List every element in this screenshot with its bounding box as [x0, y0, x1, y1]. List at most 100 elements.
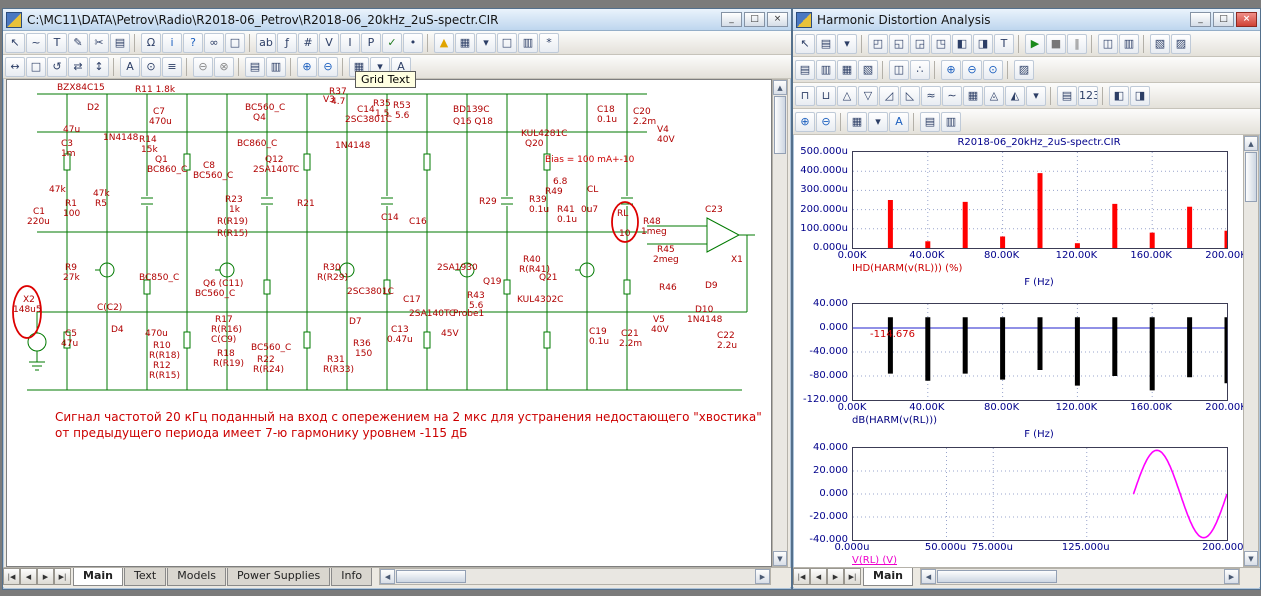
paste-page-button[interactable]: ▥ — [266, 57, 286, 77]
scroll-thumb[interactable] — [774, 96, 786, 154]
performance-tag-button[interactable]: ◨ — [973, 34, 993, 54]
currents-button[interactable]: I — [340, 33, 360, 53]
two-plots-button[interactable]: ▥ — [816, 60, 836, 80]
zoom-q3-button[interactable]: ⊙ — [983, 60, 1003, 80]
pause-button[interactable]: ‖ — [1067, 34, 1087, 54]
plot-box-2[interactable] — [852, 303, 1228, 401]
tile-horizontal-button[interactable]: ◨ — [1130, 86, 1150, 106]
scroll-up-button[interactable]: ▲ — [1244, 136, 1258, 151]
font-button[interactable]: A — [889, 112, 909, 132]
run-button[interactable]: ▶ — [1025, 34, 1045, 54]
tab-info[interactable]: Info — [331, 568, 372, 586]
select-mode-button[interactable]: ↖ — [795, 34, 815, 54]
scroll-up-button[interactable]: ▲ — [773, 80, 787, 95]
analysis-vertical-scrollbar[interactable]: ▲ ▼ — [1243, 135, 1259, 567]
cursor-mode-button[interactable]: ◱ — [889, 34, 909, 54]
properties-button[interactable]: ▧ — [1150, 34, 1170, 54]
scroll-right-button[interactable]: ▶ — [1224, 569, 1239, 584]
copy-plot-button[interactable]: ▤ — [920, 112, 940, 132]
next-page-button[interactable]: ▶ — [37, 568, 54, 585]
settings-button[interactable]: * — [539, 33, 559, 53]
tab-main[interactable]: Main — [73, 568, 123, 586]
copy-page-button[interactable]: ▤ — [245, 57, 265, 77]
plot-box-3[interactable] — [852, 447, 1228, 541]
clipboard-button[interactable]: ▤ — [110, 33, 130, 53]
tile-vertical-button[interactable]: ◧ — [1109, 86, 1129, 106]
text-mode-button[interactable]: T — [994, 34, 1014, 54]
open-plot-button[interactable]: ▤ — [816, 34, 836, 54]
grid-text-button[interactable]: ab — [256, 33, 276, 53]
tab-power-supplies[interactable]: Power Supplies — [227, 568, 330, 586]
first-page-button[interactable]: |◀ — [3, 568, 20, 585]
formula-text-button[interactable]: ƒ — [277, 33, 297, 53]
analysis-window-titlebar[interactable]: Harmonic Distortion Analysis _ □ × — [793, 9, 1260, 31]
schematic-canvas[interactable]: BZX84C15R11 1.8kD247uC31m1N4148C7470uR14… — [6, 79, 772, 567]
scroll-thumb[interactable] — [1245, 152, 1257, 202]
mirror-button[interactable]: ⇄ — [68, 57, 88, 77]
grid-button[interactable]: ▦ — [847, 112, 867, 132]
font-button[interactable]: A — [120, 57, 140, 77]
conditions-button[interactable]: ✓ — [382, 33, 402, 53]
close-button[interactable]: × — [767, 12, 788, 27]
grid-button[interactable]: ▦ — [455, 33, 475, 53]
info-mode-button[interactable]: i — [162, 33, 182, 53]
plot-properties-button[interactable]: ▨ — [1014, 60, 1034, 80]
prev-page-button[interactable]: ◀ — [810, 568, 827, 585]
scroll-right-button[interactable]: ▶ — [755, 569, 770, 584]
copy-page-button[interactable]: ▥ — [941, 112, 961, 132]
stop-button[interactable]: ■ — [1046, 34, 1066, 54]
wave-freq-button[interactable]: ▦ — [963, 86, 983, 106]
zoom-q2-button[interactable]: ⊖ — [962, 60, 982, 80]
disable-button[interactable]: ⊖ — [193, 57, 213, 77]
scroll-down-button[interactable]: ▼ — [773, 551, 787, 566]
power-button[interactable]: P — [361, 33, 381, 53]
node-voltages-button[interactable]: V — [319, 33, 339, 53]
zoom-in-button[interactable]: ⊕ — [297, 57, 317, 77]
tab-models[interactable]: Models — [167, 568, 226, 586]
select-mode-button[interactable]: ↖ — [5, 33, 25, 53]
component-mode-button[interactable]: Ω — [141, 33, 161, 53]
wire-mode-button[interactable]: ~ — [26, 33, 46, 53]
tab-main[interactable]: Main — [863, 568, 913, 586]
scroll-down-button[interactable]: ▼ — [1244, 551, 1258, 566]
node-numbers-button[interactable]: # — [298, 33, 318, 53]
calculator-button[interactable]: 123 — [1078, 86, 1098, 106]
grid-dropdown-button[interactable]: ▾ — [868, 112, 888, 132]
scroll-left-button[interactable]: ◀ — [380, 569, 395, 584]
plot-box-1[interactable] — [852, 151, 1228, 249]
output-button[interactable]: ▨ — [1171, 34, 1191, 54]
series-label[interactable]: dB(HARM(v(RL))) — [852, 415, 937, 426]
schematic-window-titlebar[interactable]: C:\MC11\DATA\Petrov\Radio\R2018-06_Petro… — [3, 9, 791, 31]
maximize-button[interactable]: □ — [744, 12, 765, 27]
maximize-button[interactable]: □ — [1213, 12, 1234, 27]
wave-peak-button[interactable]: △ — [837, 86, 857, 106]
wave-width-button[interactable]: ◭ — [1005, 86, 1025, 106]
series-label[interactable]: IHD(HARM(v(RL))) (%) — [852, 263, 962, 274]
region-enable-button[interactable]: □ — [225, 33, 245, 53]
scroll-left-button[interactable]: ◀ — [921, 569, 936, 584]
horizontal-tag-button[interactable]: ◧ — [952, 34, 972, 54]
minimize-button[interactable]: _ — [1190, 12, 1211, 27]
analysis-horizontal-scrollbar[interactable]: ◀ ▶ — [920, 568, 1240, 585]
wave-high-button[interactable]: ≈ — [921, 86, 941, 106]
zoom-q1-button[interactable]: ⊕ — [941, 60, 961, 80]
plot-area[interactable]: R2018-06_20kHz_2uS-spectr.CIR500.000u400… — [794, 135, 1243, 567]
minimize-button[interactable]: _ — [721, 12, 742, 27]
point-tag-button[interactable]: ◲ — [910, 34, 930, 54]
tab-text[interactable]: Text — [124, 568, 166, 586]
scroll-thumb[interactable] — [396, 570, 466, 583]
wave-rise-button[interactable]: ◿ — [879, 86, 899, 106]
next-page-button[interactable]: ▶ — [827, 568, 844, 585]
open-plot-dropdown-button[interactable]: ▾ — [837, 34, 857, 54]
four-plots-button[interactable]: ▧ — [858, 60, 878, 80]
wave-add-button[interactable]: ⊓ — [795, 86, 815, 106]
open-folder-button[interactable]: ▥ — [518, 33, 538, 53]
slider-1-button[interactable]: ◫ — [1098, 34, 1118, 54]
series-label[interactable]: V(RL) (V) — [852, 555, 897, 566]
zoom-out-button[interactable]: ⊖ — [318, 57, 338, 77]
help-mode-button[interactable]: ? — [183, 33, 203, 53]
slider-2-button[interactable]: ▥ — [1119, 34, 1139, 54]
warning-button[interactable]: ▲ — [434, 33, 454, 53]
scroll-thumb[interactable] — [937, 570, 1057, 583]
last-page-button[interactable]: ▶| — [844, 568, 861, 585]
